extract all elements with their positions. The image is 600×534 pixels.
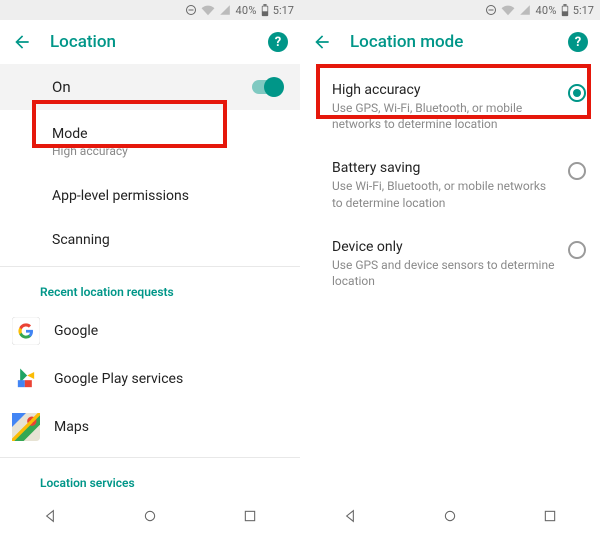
toggle-label: On xyxy=(52,78,71,96)
battery-pct: 40% xyxy=(235,4,256,17)
page-title: Location mode xyxy=(350,32,550,52)
back-icon[interactable] xyxy=(312,32,332,52)
battery-icon xyxy=(261,4,269,17)
play-icon xyxy=(12,365,40,393)
scanning-row[interactable]: Scanning xyxy=(0,218,300,262)
app-bar: Location ? xyxy=(0,20,300,64)
mode-label: Mode xyxy=(52,126,282,142)
section-recent: Recent location requests xyxy=(0,271,300,307)
location-toggle-row[interactable]: On xyxy=(0,64,300,110)
app-google[interactable]: Google xyxy=(0,307,300,355)
nav-home-icon[interactable] xyxy=(142,508,158,524)
back-icon[interactable] xyxy=(12,32,32,52)
nav-back-icon[interactable] xyxy=(42,508,58,524)
battery-pct: 40% xyxy=(535,4,556,17)
battery-icon xyxy=(561,4,569,17)
nav-back-icon[interactable] xyxy=(342,508,358,524)
divider xyxy=(0,457,300,458)
nav-home-icon[interactable] xyxy=(442,508,458,524)
option-battery-saving[interactable]: Battery saving Use Wi-Fi, Bluetooth, or … xyxy=(300,146,600,224)
dnd-icon xyxy=(185,4,197,16)
status-bar: 40% 5:17 xyxy=(300,0,600,20)
option-device-only[interactable]: Device only Use GPS and device sensors t… xyxy=(300,225,600,303)
radio-unselected-icon[interactable] xyxy=(568,162,586,180)
screen-location-mode: 40% 5:17 Location mode ? High accuracy U… xyxy=(300,0,600,534)
wifi-icon xyxy=(501,4,515,16)
section-services: Location services xyxy=(0,462,300,498)
nav-recent-icon[interactable] xyxy=(542,508,558,524)
radio-selected-icon[interactable] xyxy=(568,84,586,102)
nav-bar xyxy=(300,498,600,534)
mode-value: High accuracy xyxy=(52,144,282,158)
page-title: Location xyxy=(50,32,250,52)
help-icon[interactable]: ? xyxy=(568,32,588,52)
app-bar: Location mode ? xyxy=(300,20,600,64)
clock: 5:17 xyxy=(573,4,594,17)
maps-icon xyxy=(12,413,40,441)
clock: 5:17 xyxy=(273,4,294,17)
nav-recent-icon[interactable] xyxy=(242,508,258,524)
wifi-icon xyxy=(201,4,215,16)
divider xyxy=(0,266,300,267)
nav-bar xyxy=(0,498,300,534)
mode-row[interactable]: Mode High accuracy xyxy=(0,110,300,174)
help-icon[interactable]: ? xyxy=(268,32,288,52)
option-high-accuracy[interactable]: High accuracy Use GPS, Wi-Fi, Bluetooth,… xyxy=(300,64,600,146)
radio-unselected-icon[interactable] xyxy=(568,241,586,259)
google-icon xyxy=(12,317,40,345)
app-maps[interactable]: Maps xyxy=(0,403,300,451)
app-play-services[interactable]: Google Play services xyxy=(0,355,300,403)
perms-row[interactable]: App-level permissions xyxy=(0,174,300,218)
signal-icon xyxy=(519,4,531,16)
screen-location: 40% 5:17 Location ? On Mode High accurac… xyxy=(0,0,300,534)
signal-icon xyxy=(219,4,231,16)
dnd-icon xyxy=(485,4,497,16)
status-bar: 40% 5:17 xyxy=(0,0,300,20)
toggle-switch-on[interactable] xyxy=(252,80,282,94)
